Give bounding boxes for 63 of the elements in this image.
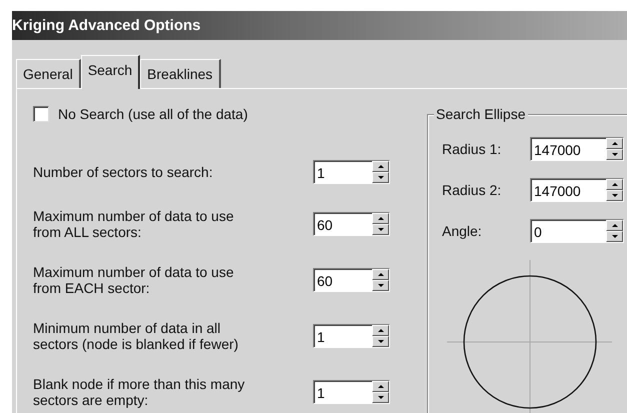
- number-field[interactable]: 1: [313, 380, 390, 404]
- field-label: Minimum number of data in all sectors (node is blanked if fewer): [33, 320, 240, 352]
- group-title: Search Ellipse: [434, 106, 528, 122]
- up-arrow-icon: [378, 165, 384, 168]
- number-input[interactable]: 1: [314, 161, 372, 183]
- down-arrow-icon: [378, 396, 384, 399]
- spin-up-button[interactable]: [606, 179, 623, 190]
- down-arrow-icon: [612, 153, 618, 156]
- spin-up-button[interactable]: [372, 325, 389, 336]
- up-arrow-icon: [612, 183, 618, 186]
- spin-down-button[interactable]: [606, 231, 623, 242]
- number-input[interactable]: 1: [314, 381, 372, 403]
- spin-up-button[interactable]: [372, 269, 389, 280]
- up-arrow-icon: [378, 217, 384, 220]
- up-arrow-icon: [612, 142, 618, 145]
- spin-down-button[interactable]: [372, 224, 389, 235]
- down-arrow-icon: [378, 228, 384, 231]
- number-field[interactable]: 147000: [530, 137, 624, 161]
- number-field[interactable]: 1: [313, 324, 390, 348]
- spin-up-button[interactable]: [606, 138, 623, 149]
- field-label: Radius 2:: [442, 182, 502, 198]
- number-field[interactable]: 0: [530, 219, 624, 243]
- spin-down-button[interactable]: [606, 149, 623, 160]
- down-arrow-icon: [378, 176, 384, 179]
- spin-up-button[interactable]: [372, 161, 389, 172]
- spin-down-button[interactable]: [606, 190, 623, 201]
- up-arrow-icon: [378, 385, 384, 388]
- tab[interactable]: Search: [80, 55, 140, 89]
- number-input[interactable]: 60: [314, 269, 372, 291]
- number-input[interactable]: 0: [531, 220, 606, 242]
- spin-up-button[interactable]: [372, 213, 389, 224]
- number-field[interactable]: 147000: [530, 178, 624, 202]
- field-label: Angle:: [442, 223, 483, 239]
- number-input[interactable]: 60: [314, 213, 372, 235]
- number-input[interactable]: 147000: [531, 138, 606, 160]
- tab[interactable]: Breaklines: [140, 59, 221, 88]
- number-field[interactable]: 60: [313, 212, 390, 236]
- up-arrow-icon: [612, 224, 618, 227]
- up-arrow-icon: [378, 273, 384, 276]
- spin-up-button[interactable]: [372, 381, 389, 392]
- down-arrow-icon: [612, 194, 618, 197]
- spin-down-button[interactable]: [372, 172, 389, 183]
- down-arrow-icon: [378, 284, 384, 287]
- number-input[interactable]: 1: [314, 325, 372, 347]
- spin-down-button[interactable]: [372, 392, 389, 403]
- spin-down-button[interactable]: [372, 280, 389, 291]
- spin-down-button[interactable]: [372, 336, 389, 347]
- up-arrow-icon: [378, 329, 384, 332]
- number-field[interactable]: 60: [313, 268, 390, 292]
- field-label: Blank node if more than this many sectors are empty:: [33, 376, 246, 408]
- field-label: Maximum number of data to use from ALL sectors:: [33, 208, 235, 240]
- field-label: Number of sectors to search:: [33, 164, 214, 180]
- window-title: Kriging Advanced Options: [12, 17, 201, 34]
- checkbox[interactable]: [33, 106, 49, 122]
- field-label: Radius 1:: [442, 141, 502, 157]
- tab[interactable]: General: [16, 59, 81, 88]
- down-arrow-icon: [612, 235, 618, 238]
- number-field[interactable]: 1: [313, 160, 390, 184]
- field-label: Maximum number of data to use from EACH sector:: [33, 264, 235, 296]
- down-arrow-icon: [378, 340, 384, 343]
- number-input[interactable]: 147000: [531, 179, 606, 201]
- checkbox-label[interactable]: No Search (use all of the data): [58, 106, 248, 122]
- spin-up-button[interactable]: [606, 220, 623, 231]
